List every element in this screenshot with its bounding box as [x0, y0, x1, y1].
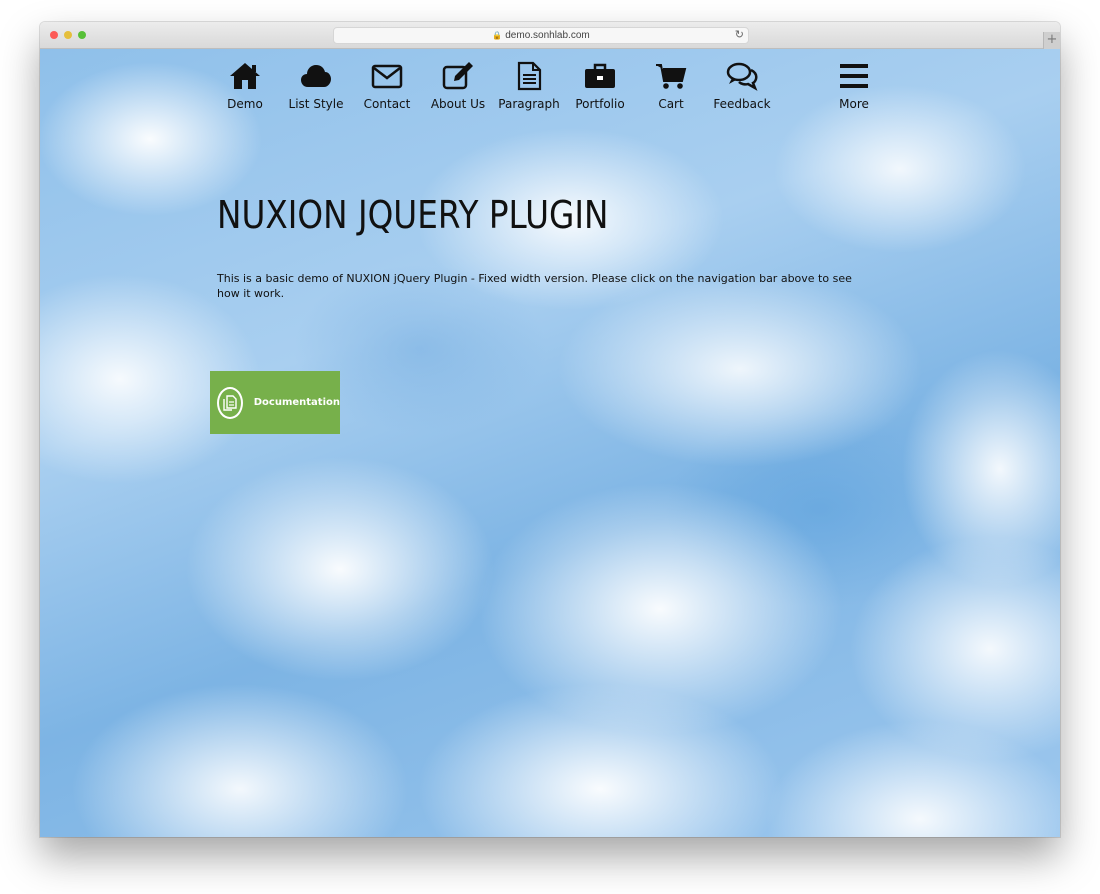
page-viewport: Demo List Style Contact About Us Paragra… [40, 49, 1060, 837]
maximize-window-button[interactable] [78, 31, 86, 39]
nav-item-demo[interactable]: Demo [209, 61, 281, 117]
edit-icon [442, 62, 473, 90]
nav-item-paragraph[interactable]: Paragraph [493, 61, 565, 117]
nav-label: Paragraph [498, 97, 560, 111]
documentation-label: Documentation [253, 397, 340, 408]
documentation-button[interactable]: Documentation [210, 371, 340, 434]
lock-icon: 🔒 [492, 31, 503, 40]
envelope-icon [371, 64, 403, 89]
nav-label: List Style [288, 97, 344, 111]
nav-label: Feedback [713, 97, 771, 111]
cart-icon [656, 64, 687, 89]
intro-text: This is a basic demo of NUXION jQuery Pl… [217, 272, 852, 300]
menu-icon [840, 64, 868, 88]
document-icon [517, 61, 542, 91]
nav-label: Demo [227, 97, 263, 111]
navigation-bar: Demo List Style Contact About Us Paragra… [40, 49, 1060, 119]
browser-window: 🔒 demo.sonhlab.com ↻ + Demo List Style C… [40, 22, 1060, 837]
nav-label: More [839, 97, 869, 111]
address-bar[interactable]: 🔒 demo.sonhlab.com ↻ [333, 27, 749, 44]
nav-item-list-style[interactable]: List Style [280, 61, 352, 117]
chat-icon [726, 62, 758, 91]
browser-titlebar: 🔒 demo.sonhlab.com ↻ + [40, 22, 1060, 49]
nav-item-more[interactable]: More [818, 61, 890, 117]
nav-item-feedback[interactable]: Feedback [706, 61, 778, 117]
minimize-window-button[interactable] [64, 31, 72, 39]
cloud-icon [301, 65, 331, 87]
nav-item-cart[interactable]: Cart [635, 61, 707, 117]
nav-item-portfolio[interactable]: Portfolio [564, 61, 636, 117]
briefcase-icon [585, 63, 615, 88]
documents-icon [217, 386, 243, 419]
reload-icon[interactable]: ↻ [735, 28, 744, 41]
nav-label: Portfolio [575, 97, 625, 111]
nav-label: Cart [658, 97, 684, 111]
new-tab-button[interactable]: + [1043, 32, 1060, 49]
url-text: demo.sonhlab.com [505, 30, 590, 41]
nav-label: About Us [430, 97, 486, 111]
page-title: NUXION JQUERY PLUGIN [217, 193, 609, 237]
home-icon [230, 63, 260, 89]
close-window-button[interactable] [50, 31, 58, 39]
nav-item-about-us[interactable]: About Us [422, 61, 494, 117]
nav-label: Contact [363, 97, 411, 111]
nav-item-contact[interactable]: Contact [351, 61, 423, 117]
